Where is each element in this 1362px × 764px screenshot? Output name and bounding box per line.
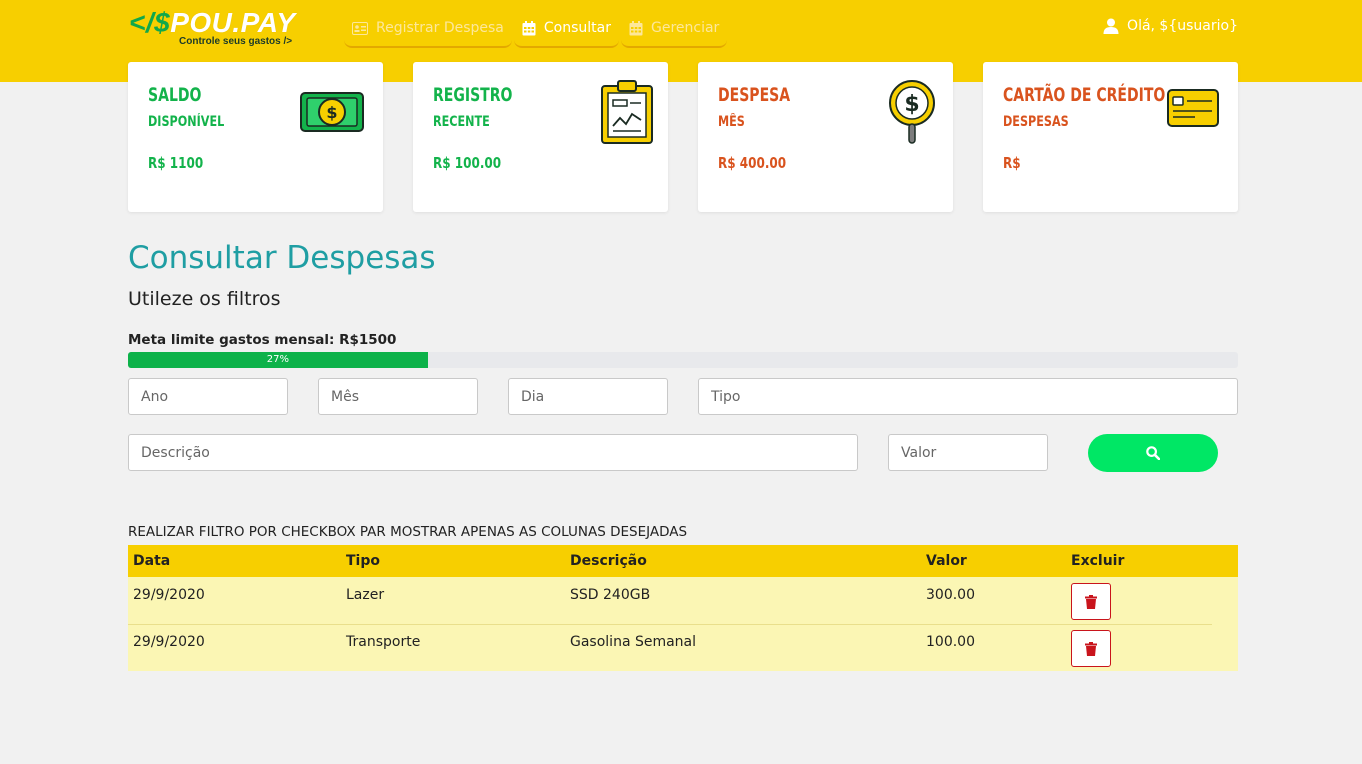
card-subtitle: RECENTE: [433, 114, 490, 130]
meta-progress-fill: 27%: [128, 352, 428, 368]
row-divider: [128, 624, 1212, 625]
delete-row-button[interactable]: [1071, 630, 1111, 667]
logo-tagline: Controle seus gastos />: [179, 36, 293, 47]
card-value: R$ 1100: [148, 154, 204, 172]
user-icon: [1103, 18, 1119, 34]
table-row: 29/9/2020 Transporte Gasolina Semanal 10…: [128, 624, 1238, 671]
svg-text:$: $: [904, 92, 919, 117]
cell-data: 29/9/2020: [133, 634, 205, 650]
user-greeting: Olá, ${usuario}: [1127, 18, 1238, 34]
card-title: SALDO: [148, 84, 202, 106]
filter-descricao-input[interactable]: [128, 434, 858, 471]
app-logo[interactable]: </$POU.PAY Controle seus gastos />: [129, 7, 296, 48]
logo-code: </$: [129, 7, 171, 38]
card-value: R$ 400.00: [718, 154, 787, 172]
cell-descricao: SSD 240GB: [570, 587, 651, 603]
table-row: 29/9/2020 Lazer SSD 240GB 300.00: [128, 577, 1238, 624]
col-header-tipo[interactable]: Tipo: [341, 553, 565, 569]
trash-icon: [1085, 641, 1097, 656]
calendar-icon: [522, 20, 536, 35]
cell-descricao: Gasolina Semanal: [570, 634, 697, 650]
page-title: Consultar Despesas: [128, 240, 436, 276]
cell-data: 29/9/2020: [133, 587, 205, 603]
card-subtitle: DESPESAS: [1003, 114, 1069, 130]
filter-dia-input[interactable]: [508, 378, 668, 415]
meta-progress-bar: 27%: [128, 352, 1238, 368]
filter-note: REALIZAR FILTRO POR CHECKBOX PAR MOSTRAR…: [128, 524, 688, 540]
logo-name: POU.PAY: [170, 7, 296, 38]
nav-label: Gerenciar: [650, 20, 720, 36]
money-bill-icon: $: [300, 92, 364, 132]
trash-icon: [1085, 594, 1097, 609]
filter-valor-input[interactable]: [888, 434, 1048, 471]
card-saldo: SALDO DISPONÍVEL R$ 1100 $: [128, 62, 383, 212]
cell-tipo: Transporte: [346, 634, 421, 650]
col-header-excluir: Excluir: [1071, 553, 1125, 569]
card-value: R$: [1003, 154, 1021, 172]
card-cartao-credito: CARTÃO DE CRÉDITO DESPESAS R$: [983, 62, 1238, 212]
magnifier-dollar-icon: $: [889, 80, 935, 144]
page-subtitle: Utileze os filtros: [128, 288, 281, 310]
delete-row-button[interactable]: [1071, 583, 1111, 620]
credit-card-icon: [1167, 89, 1219, 127]
card-subtitle: MÊS: [718, 114, 745, 130]
nav-registrar-despesa[interactable]: Registrar Despesa: [344, 10, 512, 48]
card-title: CARTÃO DE CRÉDITO: [1003, 84, 1166, 106]
filter-tipo-input[interactable]: [698, 378, 1238, 415]
svg-text:$: $: [326, 103, 337, 122]
filter-ano-input[interactable]: [128, 378, 288, 415]
cell-excluir: [1066, 624, 1238, 671]
col-header-valor[interactable]: Valor: [921, 553, 1066, 569]
meta-limit-label: Meta limite gastos mensal: R$1500: [128, 332, 397, 348]
card-subtitle: DISPONÍVEL: [148, 114, 225, 130]
card-title: REGISTRO: [433, 84, 513, 106]
cell-valor: 300.00: [926, 587, 975, 603]
search-icon: [1146, 446, 1160, 460]
id-card-icon: [352, 21, 368, 35]
calendar-icon: [629, 20, 643, 35]
expenses-table: Data Tipo Descrição Valor Excluir 29/9/2…: [128, 545, 1238, 671]
nav-label: Registrar Despesa: [376, 20, 504, 36]
col-header-descricao[interactable]: Descrição: [565, 553, 921, 569]
cell-tipo: Lazer: [346, 587, 385, 603]
user-menu[interactable]: Olá, ${usuario}: [1103, 18, 1238, 34]
card-despesa: DESPESA MÊS R$ 400.00 $: [698, 62, 953, 212]
card-title: DESPESA: [718, 84, 791, 106]
nav-label: Consultar: [543, 20, 611, 36]
cell-excluir: [1066, 577, 1238, 624]
card-registro: REGISTRO RECENTE R$ 100.00: [413, 62, 668, 212]
search-button[interactable]: [1088, 434, 1218, 472]
col-header-data[interactable]: Data: [128, 553, 341, 569]
card-value: R$ 100.00: [433, 154, 502, 172]
cell-valor: 100.00: [926, 634, 975, 650]
filter-mes-input[interactable]: [318, 378, 478, 415]
nav-gerenciar[interactable]: Gerenciar: [620, 10, 728, 48]
clipboard-chart-icon: [601, 80, 653, 144]
main-nav: Registrar Despesa Consultar Gerenciar: [344, 10, 729, 48]
nav-consultar[interactable]: Consultar: [513, 10, 619, 48]
table-header: Data Tipo Descrição Valor Excluir: [128, 545, 1238, 577]
